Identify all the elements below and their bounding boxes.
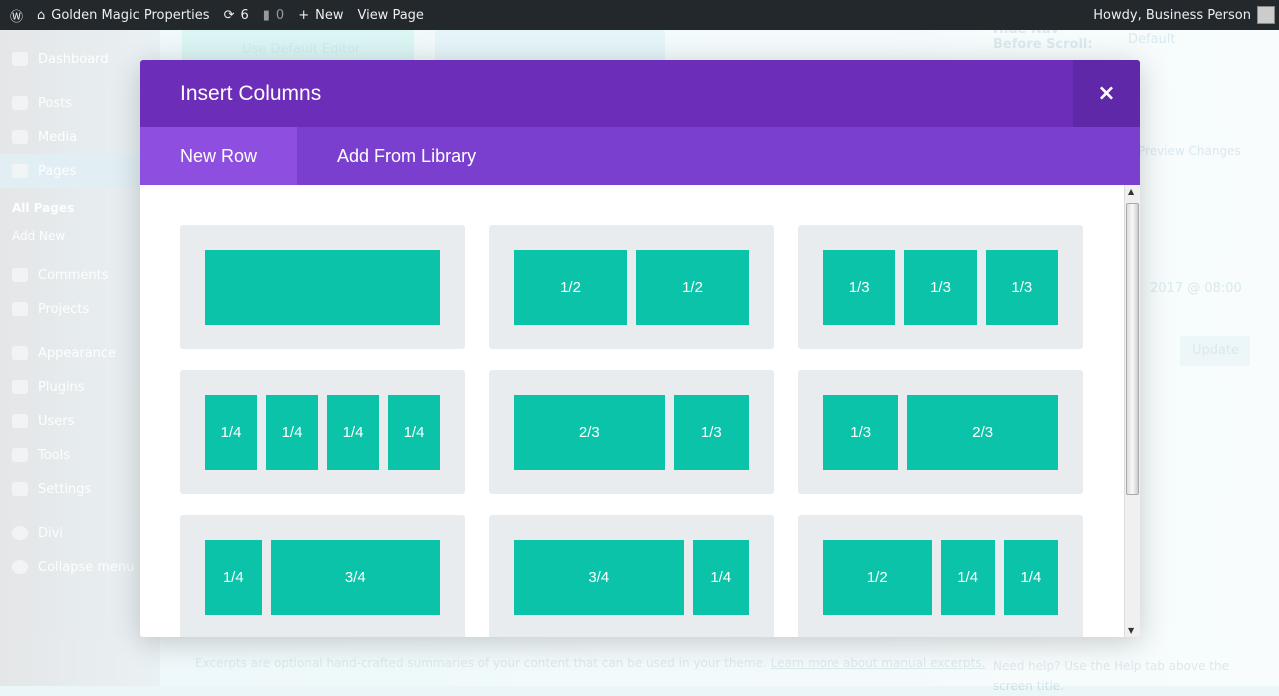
column-layout-option[interactable]: 1/4 3/4 (180, 515, 465, 637)
modal-body: 1/2 1/2 1/3 1/3 1/3 1/4 1/4 1/4 1/4 2/3 1/3 1/3 2/3 1… (140, 185, 1140, 637)
updates-link[interactable]: ⟳ 6 (224, 8, 249, 23)
column-block: 2/3 (514, 395, 665, 470)
column-layout-option[interactable] (180, 225, 465, 349)
column-layout-grid: 1/2 1/2 1/3 1/3 1/3 1/4 1/4 1/4 1/4 2/3 1/3 1/3 2/3 1… (180, 225, 1083, 637)
plus-icon: + (298, 7, 310, 23)
updates-icon: ⟳ (223, 7, 235, 23)
avatar (1257, 6, 1275, 24)
column-block: 1/4 (327, 395, 379, 470)
view-page-link[interactable]: View Page (357, 8, 423, 23)
column-block: 1/3 (823, 395, 899, 470)
column-block: 1/4 (205, 540, 262, 615)
column-block: 1/3 (823, 250, 896, 325)
column-layout-option[interactable]: 1/2 1/2 (489, 225, 774, 349)
scrollbar[interactable]: ▲ ▼ (1124, 185, 1140, 637)
column-layout-option[interactable]: 1/4 1/4 1/4 1/4 (180, 370, 465, 494)
tab-new-row[interactable]: New Row (140, 127, 298, 185)
comments-link[interactable]: ▮ 0 (263, 8, 284, 23)
comment-icon: ▮ (262, 7, 270, 23)
column-block: 1/2 (823, 540, 932, 615)
column-block: 1/4 (692, 540, 749, 615)
column-layout-option[interactable]: 1/3 2/3 (798, 370, 1083, 494)
column-block: 1/4 (1003, 540, 1058, 615)
close-button[interactable]: × (1073, 60, 1140, 127)
column-block: 1/2 (514, 250, 627, 325)
modal-header: Insert Columns × (140, 60, 1140, 127)
column-layout-option[interactable]: 1/3 1/3 1/3 (798, 225, 1083, 349)
account-menu[interactable]: Howdy, Business Person (1093, 6, 1275, 24)
column-block: 1/4 (205, 395, 257, 470)
column-block: 3/4 (514, 540, 684, 615)
scroll-up-icon[interactable]: ▲ (1128, 187, 1134, 196)
column-block: 1/4 (388, 395, 440, 470)
column-block: 1/4 (940, 540, 995, 615)
column-block: 1/2 (636, 250, 749, 325)
column-block: 3/4 (270, 540, 440, 615)
tab-add-from-library[interactable]: Add From Library (297, 127, 516, 185)
column-layout-option[interactable]: 1/2 1/4 1/4 (798, 515, 1083, 637)
wordpress-logo-icon[interactable]: Ⓦ (10, 6, 23, 25)
column-block (205, 250, 440, 325)
column-layout-option[interactable]: 2/3 1/3 (489, 370, 774, 494)
modal-title: Insert Columns (180, 81, 322, 105)
modal-tabs: New Row Add From Library (140, 127, 1140, 185)
close-icon: × (1097, 81, 1116, 106)
column-block: 2/3 (907, 395, 1058, 470)
column-block: 1/3 (904, 250, 977, 325)
scroll-down-icon[interactable]: ▼ (1128, 626, 1134, 635)
insert-columns-modal: Insert Columns × New Row Add From Librar… (140, 60, 1140, 637)
home-icon: ⌂ (37, 7, 46, 23)
scrollbar-thumb[interactable] (1126, 203, 1139, 495)
site-link[interactable]: ⌂ Golden Magic Properties (37, 8, 210, 23)
column-block: 1/3 (673, 395, 749, 470)
column-layout-option[interactable]: 3/4 1/4 (489, 515, 774, 637)
column-block: 1/4 (266, 395, 318, 470)
new-link[interactable]: + New (298, 8, 343, 23)
column-block: 1/3 (985, 250, 1058, 325)
admin-bar: Ⓦ ⌂ Golden Magic Properties ⟳ 6 ▮ 0 + New Vi… (0, 0, 1279, 30)
